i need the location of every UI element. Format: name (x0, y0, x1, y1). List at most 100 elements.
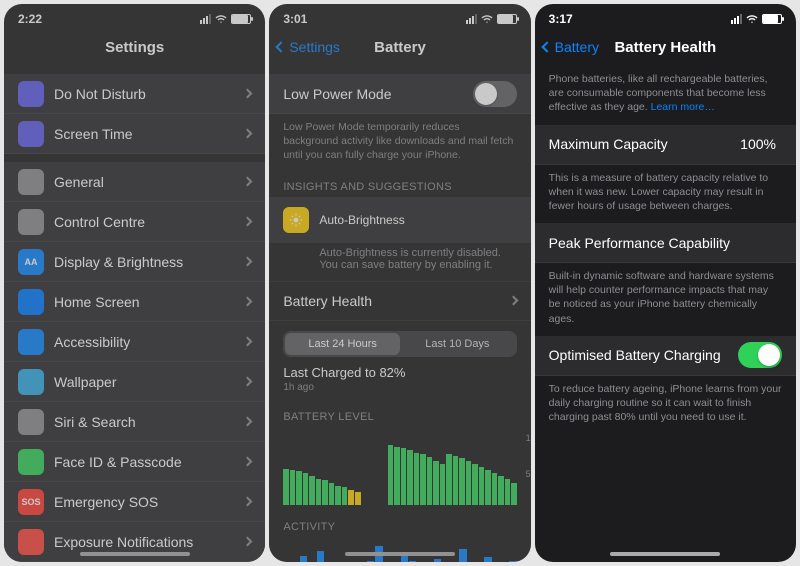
level-bar (388, 445, 394, 504)
person-icon (18, 329, 44, 355)
low-power-mode-label: Low Power Mode (283, 86, 472, 102)
activity-bar (367, 561, 374, 562)
battery-health-row[interactable]: Battery Health (269, 281, 530, 321)
max-capacity-label: Maximum Capacity (549, 136, 741, 152)
level-bar (342, 487, 348, 504)
hourglass-icon (18, 121, 44, 147)
level-bar (446, 454, 452, 504)
battery-icon (231, 14, 251, 24)
segment-10d[interactable]: Last 10 Days (400, 333, 515, 355)
battery-screen: 3:01 Settings Battery Low Power Mode Low… (269, 4, 530, 562)
row-label: Accessibility (54, 334, 244, 350)
settings-row-general[interactable]: General (4, 162, 265, 202)
back-button[interactable]: Settings (277, 39, 340, 55)
activity-header: ACTIVITY (269, 513, 530, 537)
maximum-capacity-row[interactable]: Maximum Capacity 100% (535, 125, 796, 165)
battery-icon (762, 14, 782, 24)
nav-bar: Battery Battery Health (535, 28, 796, 66)
AA-icon: AA (18, 249, 44, 275)
settings-row-home-screen[interactable]: Home Screen (4, 282, 265, 322)
optimised-charging-toggle[interactable] (738, 342, 782, 368)
page-title: Battery Health (614, 39, 716, 56)
intro-text: Phone batteries, like all rechargeable b… (535, 66, 796, 125)
level-bar (316, 479, 322, 505)
peak-performance-label: Peak Performance Capability (549, 235, 782, 251)
segment-24h[interactable]: Last 24 Hours (285, 333, 400, 355)
settings-row-control-centre[interactable]: Control Centre (4, 202, 265, 242)
chevron-right-icon (243, 217, 253, 227)
chevron-right-icon (243, 537, 253, 547)
settings-row-emergency-sos[interactable]: SOSEmergency SOS (4, 482, 265, 522)
home-indicator[interactable] (80, 552, 190, 556)
level-bar (420, 454, 426, 504)
row-label: Face ID & Passcode (54, 454, 244, 470)
settings-row-accessibility[interactable]: Accessibility (4, 322, 265, 362)
sliders-icon (18, 209, 44, 235)
level-bar (492, 473, 498, 505)
settings-row-siri-search[interactable]: Siri & Search (4, 402, 265, 442)
chevron-right-icon (508, 296, 518, 306)
optimised-charging-label: Optimised Battery Charging (549, 347, 738, 363)
row-label: General (54, 174, 244, 190)
level-bar (322, 480, 328, 504)
level-bar (472, 464, 478, 504)
settings-row-screen-time[interactable]: Screen Time (4, 114, 265, 154)
peak-performance-row[interactable]: Peak Performance Capability (535, 223, 796, 263)
activity-bar (509, 561, 516, 562)
level-bar (309, 476, 315, 505)
chevron-right-icon (243, 177, 253, 187)
level-bar (427, 457, 433, 505)
chart-y-marks: 100% 50% (526, 433, 531, 505)
chevron-right-icon (243, 457, 253, 467)
time-range-segmented-control[interactable]: Last 24 Hours Last 10 Days (283, 331, 516, 357)
wifi-icon (746, 13, 758, 25)
home-indicator[interactable] (610, 552, 720, 556)
auto-brightness-insight[interactable]: Auto-Brightness (269, 197, 530, 243)
battery-health-label: Battery Health (283, 293, 509, 309)
learn-more-link[interactable]: Learn more… (651, 101, 715, 113)
level-bar (329, 483, 335, 505)
cellular-icon (466, 14, 477, 24)
level-bar (303, 473, 309, 505)
chevron-right-icon (243, 497, 253, 507)
activity-bar (484, 557, 491, 562)
level-bar (498, 476, 504, 505)
row-label: Do Not Disturb (54, 86, 244, 102)
row-label: Siri & Search (54, 414, 244, 430)
mark-50: 50% (526, 469, 531, 479)
level-bar (459, 458, 465, 504)
home-indicator[interactable] (345, 552, 455, 556)
settings-group-focus: Do Not Disturb Screen Time (4, 74, 265, 154)
level-bar (290, 470, 296, 505)
row-label: Wallpaper (54, 374, 244, 390)
battery-icon (497, 14, 517, 24)
settings-row-wallpaper[interactable]: Wallpaper (4, 362, 265, 402)
battery-health-screen: 3:17 Battery Battery Health Phone batter… (535, 4, 796, 562)
nav-bar: Settings Battery (269, 28, 530, 66)
chevron-right-icon (243, 129, 253, 139)
flower-icon (18, 369, 44, 395)
status-bar: 2:22 (4, 4, 265, 28)
grid-icon (18, 289, 44, 315)
insight-desc: Auto-Brightness is currently disabled. Y… (319, 247, 516, 271)
siri-icon (18, 409, 44, 435)
settings-row-exposure-notifications[interactable]: Exposure Notifications (4, 522, 265, 562)
level-bar (401, 448, 407, 504)
low-power-mode-toggle[interactable] (473, 81, 517, 107)
level-bar (394, 447, 400, 505)
level-bar (407, 450, 413, 505)
optimised-charging-row[interactable]: Optimised Battery Charging (535, 336, 796, 376)
mark-100: 100% (526, 433, 531, 443)
settings-row-do-not-disturb[interactable]: Do Not Disturb (4, 74, 265, 114)
back-button[interactable]: Battery (543, 39, 599, 55)
chevron-right-icon (243, 377, 253, 387)
settings-row-face-id-passcode[interactable]: Face ID & Passcode (4, 442, 265, 482)
level-bar (296, 471, 302, 504)
chevron-right-icon (243, 337, 253, 347)
clock: 2:22 (18, 12, 42, 26)
settings-row-display-brightness[interactable]: AA Display & Brightness (4, 242, 265, 282)
page-title: Battery (374, 39, 426, 56)
row-label: Display & Brightness (54, 254, 244, 270)
low-power-mode-row[interactable]: Low Power Mode (269, 74, 530, 114)
face-icon (18, 449, 44, 475)
